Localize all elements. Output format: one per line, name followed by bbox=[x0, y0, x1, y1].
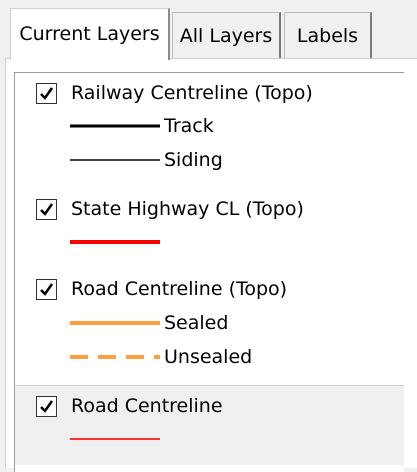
checkmark-icon bbox=[40, 282, 54, 296]
layer-name: Road Centreline (Topo) bbox=[71, 278, 288, 300]
legend-item-unsealed: Unsealed bbox=[70, 344, 252, 370]
line-symbol-road-centreline bbox=[70, 438, 160, 440]
legend-item-track: Track bbox=[70, 113, 214, 139]
line-symbol-siding bbox=[70, 159, 160, 161]
layer-name: Road Centreline bbox=[71, 395, 223, 417]
layer-visibility-checkbox[interactable] bbox=[36, 278, 57, 300]
line-symbol-unsealed bbox=[70, 355, 160, 359]
layer-row-railway-centreline-topo[interactable]: Railway Centreline (Topo) bbox=[36, 80, 313, 106]
legend-label: Siding bbox=[164, 149, 223, 171]
layer-name: State Highway CL (Topo) bbox=[71, 198, 304, 220]
layer-visibility-checkbox[interactable] bbox=[36, 82, 57, 104]
line-symbol-state-highway bbox=[70, 240, 160, 244]
legend-label: Track bbox=[164, 115, 214, 137]
legend-label: Sealed bbox=[164, 312, 229, 334]
layer-name: Railway Centreline (Topo) bbox=[71, 82, 313, 104]
legend-item-road-centreline bbox=[70, 426, 160, 452]
legend-item-sealed: Sealed bbox=[70, 310, 228, 336]
legend-item-siding: Siding bbox=[70, 147, 223, 173]
tab-all-layers[interactable]: All Layers bbox=[172, 12, 281, 60]
layer-row-road-centreline-topo[interactable]: Road Centreline (Topo) bbox=[36, 276, 287, 302]
layer-visibility-checkbox[interactable] bbox=[36, 395, 57, 417]
tab-labels[interactable]: Labels bbox=[284, 12, 372, 60]
line-symbol-track bbox=[70, 124, 160, 128]
checkmark-icon bbox=[40, 399, 54, 413]
layer-tab-strip: All Layers Labels Current Layers bbox=[0, 0, 417, 62]
line-symbol-sealed bbox=[70, 321, 160, 325]
legend-label: Unsealed bbox=[164, 346, 253, 368]
checkmark-icon bbox=[40, 202, 54, 216]
layer-row-road-centreline[interactable]: Road Centreline bbox=[36, 393, 223, 419]
layer-visibility-checkbox[interactable] bbox=[36, 198, 57, 220]
checkmark-icon bbox=[40, 86, 54, 100]
layer-row-state-highway-cl-topo[interactable]: State Highway CL (Topo) bbox=[36, 196, 304, 222]
legend-item-state-highway bbox=[70, 229, 160, 255]
tab-current-layers[interactable]: Current Layers bbox=[10, 8, 170, 60]
